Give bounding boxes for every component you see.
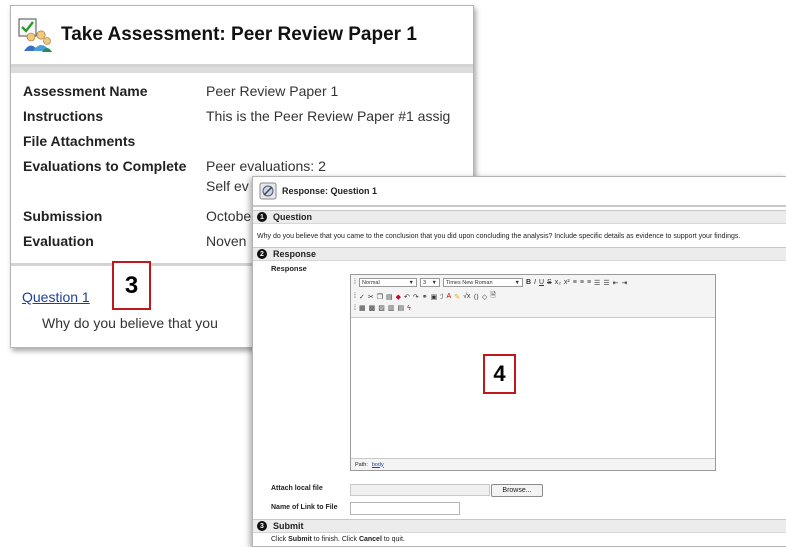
response-label: Response [271,264,307,273]
redo-icon[interactable]: ↷ [413,293,419,301]
detail-label: Evaluation [23,233,94,249]
italic-icon[interactable]: I [534,279,536,286]
link-name-input[interactable] [350,502,460,515]
response-icon [259,182,277,200]
superscript-icon[interactable]: x² [564,279,570,286]
cut-icon[interactable]: ✂ [368,293,374,301]
attach-file-icon[interactable]: ▦ [359,304,366,312]
step-number-icon: 2 [257,249,267,259]
link-name-label: Name of Link to File [271,504,338,511]
math-icon[interactable]: √x [463,293,470,300]
embed-icon[interactable]: ◇ [482,293,487,301]
chevron-down-icon: ▼ [431,279,437,286]
align-right-icon[interactable]: ≡ [587,279,591,286]
detail-value: Peer evaluations: 2 [206,158,326,174]
response-text-area[interactable] [351,318,715,456]
callout-4: 4 [483,354,516,394]
section-response: 2 Response [253,247,786,261]
editor-toolbar: ⁞ Normal ▼ 3 ▼ Times New Roman ▼ B I U S… [351,275,715,318]
insert-image-icon[interactable]: ▩ [369,304,376,312]
copy-icon[interactable]: ❐ [377,293,383,301]
detail-value: Self ev [206,178,249,194]
response-window: Response: Question 1 1 Question Why do y… [252,176,786,547]
section-question: 1 Question [253,210,786,224]
align-left-icon[interactable]: ≡ [573,279,577,286]
rich-text-editor: ⁞ Normal ▼ 3 ▼ Times New Roman ▼ B I U S… [350,274,716,471]
path-body-link[interactable]: body [372,462,384,468]
callout-3: 3 [112,261,151,310]
submit-instruction: Click Submit to finish. Click Cancel to … [271,536,405,543]
assessment-people-icon [17,17,53,53]
detail-label: Instructions [23,108,104,124]
section-label: Question [273,212,313,222]
bullet-list-icon[interactable]: ☰ [603,279,609,287]
detail-row-evaluations: Evaluations to Complete Peer evaluations… [23,158,473,174]
insert-media-icon[interactable]: ▨ [378,304,385,312]
detail-value: Peer Review Paper 1 [206,83,339,99]
attach-file-input[interactable] [350,484,490,496]
editor-path-bar: Path: body [351,458,715,470]
detail-value: Octobe [206,208,252,224]
italic-style-icon[interactable]: ℐ [440,293,443,301]
text-color-icon[interactable]: A [447,293,452,300]
link-icon[interactable]: ⚭ [422,293,428,301]
detail-row-file-attachments: File Attachments [23,133,473,149]
underline-icon[interactable]: U [539,279,544,286]
path-label: Path: [355,461,368,468]
detail-label: File Attachments [23,133,136,149]
paste-icon[interactable]: ▤ [386,293,393,301]
outdent-icon[interactable]: ⇤ [613,279,619,287]
chevron-down-icon: ▼ [408,279,414,286]
grip-icon: ⁞ [354,279,356,286]
response-title: Response: Question 1 [282,186,378,196]
response-header: Response: Question 1 [253,177,786,207]
spellcheck-icon[interactable]: ✓ [359,293,365,301]
font-select[interactable]: Times New Roman ▼ [442,278,523,287]
detail-value: This is the Peer Review Paper #1 assig [206,108,451,124]
question-text: Why do you believe that you came to the … [257,233,741,240]
mashup-icon[interactable]: ϟ [407,305,411,312]
format-select[interactable]: Normal ▼ [358,278,417,287]
size-select[interactable]: 3 ▼ [419,278,440,287]
detail-label: Submission [23,208,103,224]
undo-icon[interactable]: ↶ [404,293,410,301]
detail-value: Noven [206,233,247,249]
detail-row-instructions: Instructions This is the Peer Review Pap… [23,108,473,124]
insert-object-icon[interactable]: ▤ [397,304,404,312]
indent-icon[interactable]: ⇥ [621,279,627,287]
question-1-link[interactable]: Question 1 [22,289,90,305]
attach-file-label: Attach local file [271,485,323,492]
detail-row-assessment-name: Assessment Name Peer Review Paper 1 [23,83,473,99]
bold-icon[interactable]: B [526,279,531,286]
section-label: Response [273,249,317,259]
strikethrough-icon[interactable]: S [547,279,552,286]
highlight-icon[interactable]: ✎ [454,293,460,301]
html-icon[interactable]: ⟨⟩ [473,293,478,301]
numbered-list-icon[interactable]: ☰ [594,279,600,287]
page-title: Take Assessment: Peer Review Paper 1 [61,24,417,45]
source-icon[interactable]: ◆ [396,293,401,301]
image-icon[interactable]: ▣ [431,293,438,301]
question-preview-text: Why do you believe that you [42,315,218,331]
step-number-icon: 3 [257,521,267,531]
subscript-icon[interactable]: x₂ [555,279,561,286]
section-submit: 3 Submit [253,519,786,533]
chevron-down-icon: ▼ [514,279,520,286]
section-label: Submit [273,521,304,531]
browse-button[interactable]: Browse... [491,484,543,497]
grip-icon: ⁞ [354,304,356,312]
insert-table-icon[interactable]: ▥ [388,304,395,312]
align-center-icon[interactable]: ≡ [580,279,584,286]
step-number-icon: 1 [257,212,267,222]
detail-label: Assessment Name [23,83,148,99]
document-icon[interactable]: 🗎 [490,291,496,302]
assessment-header: Take Assessment: Peer Review Paper 1 [11,6,473,67]
detail-label: Evaluations to Complete [23,158,187,174]
grip-icon: ⁞ [354,293,356,300]
